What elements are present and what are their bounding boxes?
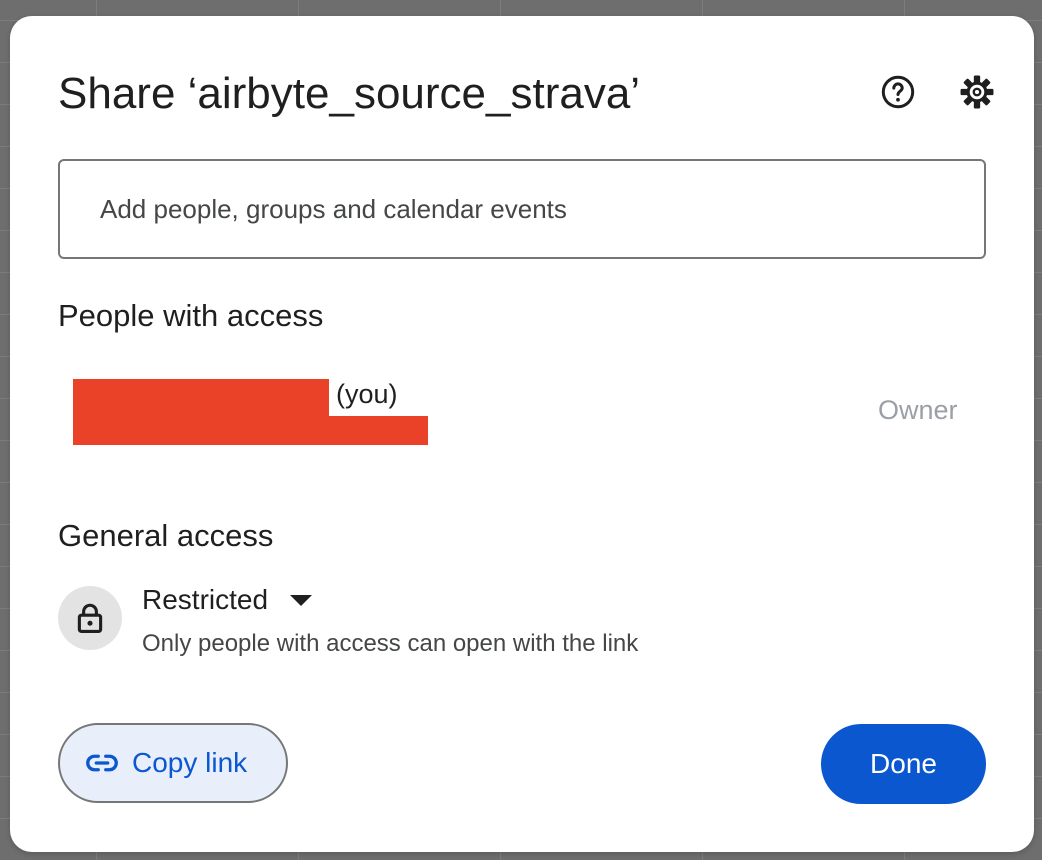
add-people-input[interactable] xyxy=(100,161,960,257)
you-label: (you) xyxy=(336,379,398,409)
general-access-level: Restricted xyxy=(142,584,269,615)
share-dialog: Share ‘airbyte_source_strava’ Add people… xyxy=(10,16,1034,852)
help-circle-icon xyxy=(881,75,915,109)
redacted-name xyxy=(73,379,329,445)
dropdown-caret-icon xyxy=(290,594,313,606)
general-access-heading: General access xyxy=(58,518,274,553)
settings-button[interactable] xyxy=(953,68,1001,116)
gear-icon xyxy=(960,75,994,109)
person-row: (you) Owner xyxy=(58,372,986,452)
lock-avatar xyxy=(58,586,122,650)
people-with-access-heading: People with access xyxy=(58,298,324,333)
redacted-email xyxy=(329,416,428,445)
general-access-description: Only people with access can open with th… xyxy=(142,630,639,657)
done-button[interactable]: Done xyxy=(821,724,986,804)
dialog-title: Share ‘airbyte_source_strava’ xyxy=(58,69,641,118)
copy-link-label: Copy link xyxy=(132,747,248,778)
add-people-field[interactable] xyxy=(58,159,986,259)
owner-role-label: Owner xyxy=(878,395,958,425)
link-icon xyxy=(86,754,118,772)
general-access-dropdown[interactable]: Restricted xyxy=(134,578,320,622)
lock-icon xyxy=(77,603,103,634)
help-button[interactable] xyxy=(874,68,922,116)
copy-link-button[interactable]: Copy link xyxy=(58,723,288,803)
